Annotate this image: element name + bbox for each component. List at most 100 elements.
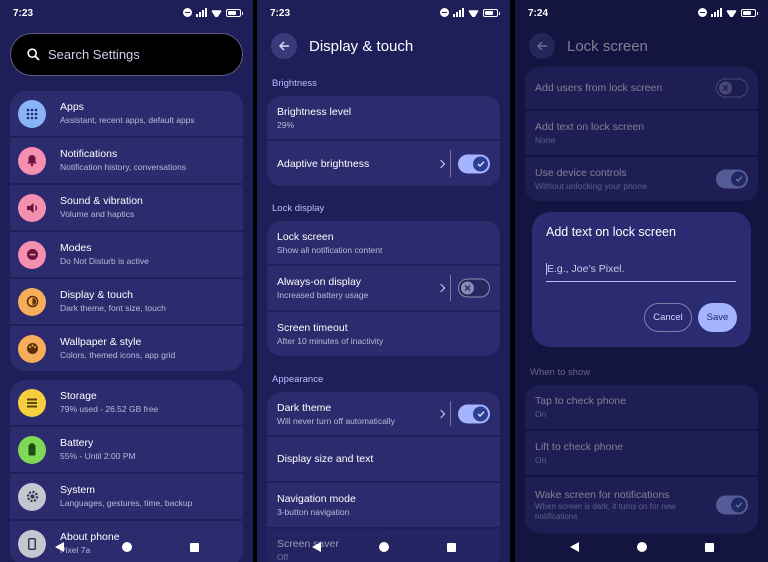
device-controls-toggle[interactable]	[716, 169, 748, 189]
dnd-status-icon	[698, 8, 707, 17]
home-nav-icon[interactable]	[121, 542, 132, 552]
recents-nav-icon[interactable]	[446, 542, 456, 552]
display-touch-screen: 7:23 Display & touch Brightness Brightne…	[257, 0, 510, 562]
settings-item-wallpaper[interactable]: Wallpaper & style Colors, themed icons, a…	[10, 326, 243, 371]
status-time: 7:24	[528, 8, 549, 19]
lift-to-check-item[interactable]: Lift to check phone On	[525, 431, 758, 475]
section-header-appearance: Appearance	[272, 374, 324, 385]
lock-text-input[interactable]: E.g., Joe’s Pixel.	[546, 260, 736, 282]
section-header-brightness: Brightness	[272, 78, 317, 89]
always-on-display-item[interactable]: Always-on display Increased battery usag…	[267, 266, 500, 310]
item-subtitle: 55% - Until 2:00 PM	[60, 451, 136, 461]
home-nav-icon[interactable]	[636, 542, 647, 552]
dnd-icon	[18, 240, 46, 269]
settings-item-battery[interactable]: Battery 55% - Until 2:00 PM	[10, 427, 243, 472]
display-icon	[18, 287, 46, 316]
settings-group-1: Apps Assistant, recent apps, default apps…	[10, 91, 243, 371]
status-time: 7:23	[13, 8, 34, 19]
signal-icon	[453, 8, 464, 17]
page-title: Display & touch	[309, 37, 414, 55]
add-users-item[interactable]: Add users from lock screen	[525, 67, 758, 109]
status-bar: 7:23	[0, 0, 253, 28]
item-title: Modes	[60, 242, 92, 254]
back-nav-icon[interactable]	[54, 542, 64, 552]
settings-item-sound[interactable]: Sound & vibration Volume and haptics	[10, 185, 243, 230]
item-subtitle: After 10 minutes of inactivity	[277, 336, 384, 346]
adaptive-brightness-item[interactable]: Adaptive brightness	[267, 141, 500, 186]
wifi-icon	[468, 8, 479, 17]
back-nav-icon[interactable]	[569, 542, 579, 552]
back-nav-icon[interactable]	[311, 542, 321, 552]
recents-nav-icon[interactable]	[704, 542, 714, 552]
tap-to-check-item[interactable]: Tap to check phone On	[525, 385, 758, 429]
speaker-icon	[18, 193, 46, 222]
navigation-mode-item[interactable]: Navigation mode 3-button navigation	[267, 483, 500, 527]
item-title: Display size and text	[277, 453, 374, 465]
apps-grid-icon	[18, 99, 46, 128]
item-subtitle: On	[535, 409, 547, 419]
adaptive-brightness-toggle[interactable]	[458, 154, 490, 173]
search-placeholder: Search Settings	[48, 47, 140, 62]
dark-theme-item[interactable]: Dark theme Will never turn off automatic…	[267, 392, 500, 435]
lock-screen-item[interactable]: Lock screen Show all notification conten…	[267, 221, 500, 264]
dark-theme-toggle[interactable]	[458, 404, 490, 423]
item-subtitle: On	[535, 455, 547, 465]
add-text-item[interactable]: Add text on lock screen None	[525, 111, 758, 155]
item-subtitle: When screen is dark, it turns on for new…	[535, 502, 676, 521]
display-size-item[interactable]: Display size and text	[267, 437, 500, 481]
x-icon	[461, 281, 474, 294]
back-button[interactable]	[529, 33, 555, 59]
cancel-button[interactable]: Cancel	[644, 303, 692, 332]
item-subtitle: 3-button navigation	[277, 507, 350, 517]
home-nav-icon[interactable]	[378, 542, 389, 552]
item-subtitle: Languages, gestures, time, backup	[60, 498, 193, 508]
item-title: Storage	[60, 390, 97, 402]
arrow-left-icon	[278, 41, 289, 51]
item-subtitle: Notification history, conversations	[60, 162, 186, 172]
search-settings-bar[interactable]: Search Settings	[10, 33, 243, 76]
wifi-icon	[211, 8, 222, 17]
settings-item-system[interactable]: System Languages, gestures, time, backup	[10, 474, 243, 519]
item-title: Brightness level	[277, 105, 352, 118]
check-icon	[473, 156, 488, 171]
device-controls-item[interactable]: Use device controls Without unlocking yo…	[525, 157, 758, 201]
section-header-lock-display: Lock display	[272, 203, 325, 214]
signal-icon	[711, 8, 722, 17]
gear-icon	[18, 482, 46, 511]
wake-screen-toggle[interactable]	[716, 495, 748, 515]
signal-icon	[196, 8, 207, 17]
wifi-icon	[726, 8, 737, 17]
check-icon	[731, 497, 746, 513]
settings-item-notifications[interactable]: Notifications Notification history, conve…	[10, 138, 243, 183]
bell-icon	[18, 146, 46, 175]
settings-item-storage[interactable]: Storage 79% used - 26.52 GB free	[10, 380, 243, 425]
status-bar: 7:24	[515, 0, 768, 28]
wake-screen-item[interactable]: Wake screen for notifications When scree…	[525, 477, 758, 533]
item-title: Lock screen	[277, 230, 334, 243]
check-icon	[473, 406, 488, 421]
recents-nav-icon[interactable]	[189, 542, 199, 552]
item-subtitle: None	[535, 135, 556, 145]
status-icons	[183, 8, 243, 17]
add-text-dialog: Add text on lock screen E.g., Joe’s Pixe…	[532, 212, 751, 347]
item-title: Wake screen for notifications	[535, 489, 670, 501]
settings-item-display[interactable]: Display & touch Dark theme, font size, to…	[10, 279, 243, 324]
item-subtitle: Do Not Disturb is active	[60, 256, 149, 266]
brightness-level-item[interactable]: Brightness level 29%	[267, 96, 500, 139]
battery-status-icon	[226, 8, 243, 17]
when-to-show-card: Tap to check phone On Lift to check phon…	[525, 385, 758, 533]
save-button[interactable]: Save	[698, 303, 737, 332]
settings-screen: 7:23 Search Settings Apps Assistant, rece…	[0, 0, 253, 562]
screen-timeout-item[interactable]: Screen timeout After 10 minutes of inact…	[267, 312, 500, 356]
battery-status-icon	[483, 8, 500, 17]
settings-item-modes[interactable]: Modes Do Not Disturb is active	[10, 232, 243, 277]
item-title: Screen timeout	[277, 322, 348, 334]
add-users-toggle[interactable]	[716, 78, 748, 98]
storage-icon	[18, 388, 46, 417]
navigation-bar	[515, 532, 768, 562]
settings-item-apps[interactable]: Apps Assistant, recent apps, default apps	[10, 91, 243, 136]
palette-icon	[18, 334, 46, 363]
status-icons	[440, 8, 500, 17]
back-button[interactable]	[271, 33, 297, 59]
always-on-display-toggle[interactable]	[458, 278, 490, 298]
